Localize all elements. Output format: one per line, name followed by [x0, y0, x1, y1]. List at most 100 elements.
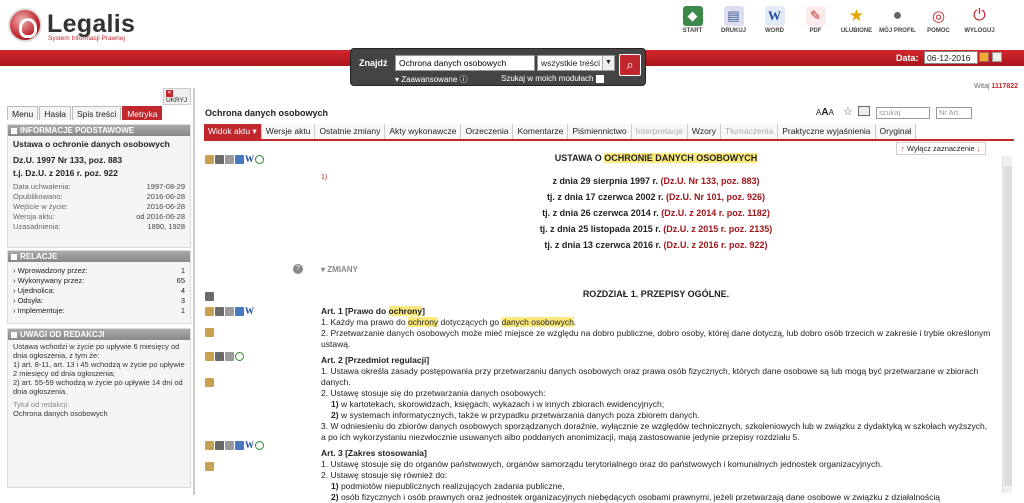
help-icon[interactable]: ?: [293, 264, 303, 274]
relations-header[interactable]: RELACJE: [8, 251, 190, 262]
document-icon[interactable]: [225, 352, 234, 361]
pdf-button[interactable]: ✎ PDF: [795, 4, 836, 34]
print-icon[interactable]: [858, 106, 870, 116]
list-item: 1) w kartotekach, skorowidzach, księgach…: [331, 399, 665, 409]
journal-ref-link[interactable]: (Dz.U. Nr 133, poz. 883): [661, 176, 760, 186]
main-pane: Ochrona danych osobowych AAA ☆ szukaj Nr…: [198, 102, 1020, 502]
calendar-icon[interactable]: [979, 52, 989, 62]
relation-row[interactable]: › Ujednolica: 4: [8, 286, 190, 296]
tab-menu[interactable]: Menu: [7, 106, 39, 120]
left-tabs: Menu Hasła Spis treści Metryka: [7, 106, 163, 120]
tree-icon[interactable]: [205, 462, 214, 471]
footnote-marker[interactable]: 1): [321, 172, 327, 183]
info-row: Data uchwalenia: 1997-08-29: [13, 182, 185, 191]
find-in-document-input[interactable]: szukaj: [876, 107, 930, 119]
search-input[interactable]: [395, 55, 535, 71]
tab-orzeczenia[interactable]: Orzeczenia: [461, 124, 514, 139]
tab-interpretacje[interactable]: Interpretacje: [631, 124, 688, 139]
help-button[interactable]: ◎ POMOC: [918, 4, 959, 34]
tab-ostatnie-zmiany[interactable]: Ostatnie zmiany: [315, 124, 386, 139]
profile-button[interactable]: ● MÓJ PROFIL: [877, 4, 918, 34]
start-button[interactable]: ◆ START: [672, 4, 713, 34]
search-scope-select[interactable]: wszystkie treści ▼: [537, 55, 615, 71]
edit-icon[interactable]: [235, 306, 244, 316]
book-icon[interactable]: [215, 306, 224, 316]
journal-ref-link[interactable]: (Dz.U. z 2016 r. poz. 922): [664, 240, 768, 250]
tree-icon[interactable]: [205, 378, 214, 387]
tab-hasla[interactable]: Hasła: [39, 106, 71, 120]
relation-row[interactable]: › Wprowadzony przez: 1: [8, 266, 190, 276]
tree-icon[interactable]: [205, 352, 214, 361]
welcome-text: Witaj 1117822: [974, 83, 1018, 90]
relation-row[interactable]: › Odsyła: 3: [8, 296, 190, 306]
scrollbar[interactable]: [1002, 156, 1012, 493]
act-tools: W: [205, 154, 264, 164]
favorite-star-icon[interactable]: ☆: [843, 105, 853, 118]
pane-divider[interactable]: [193, 88, 195, 495]
word-icon[interactable]: W: [245, 440, 254, 450]
book-icon[interactable]: [215, 154, 224, 164]
article-heading[interactable]: Art. 1 [Prawo do ochrony]: [321, 306, 991, 317]
tree-icon[interactable]: [205, 306, 214, 316]
hide-panel-button[interactable]: ✕UKRYJ: [163, 88, 191, 105]
legalis-logo-icon[interactable]: [8, 8, 42, 42]
word-icon[interactable]: W: [245, 154, 254, 164]
tab-wzory[interactable]: Wzory: [687, 124, 721, 139]
journal-ref-link[interactable]: (Dz.U. z 2015 r. poz. 2135): [663, 224, 772, 234]
word-icon[interactable]: W: [245, 306, 254, 316]
tree-icon[interactable]: [205, 328, 214, 337]
document-icon[interactable]: [225, 306, 234, 316]
word-button[interactable]: W WORD: [754, 4, 795, 34]
edit-icon[interactable]: [235, 154, 244, 164]
notes-header[interactable]: UWAGI OD REDAKCJI: [8, 329, 190, 340]
clock-icon[interactable]: [255, 154, 264, 164]
act-ref: Dz.U. 1997 Nr 133, poz. 883: [13, 155, 123, 165]
date-field[interactable]: 06-12-2016: [924, 51, 978, 64]
act-date: tj. z dnia 25 listopada 2015 r. (Dz.U. z…: [539, 224, 773, 234]
scrollbar-thumb[interactable]: [1004, 166, 1012, 486]
relation-row[interactable]: › Wykonywany przez: 65: [8, 276, 190, 286]
book-icon[interactable]: [215, 440, 224, 450]
tab-widok-aktu[interactable]: Widok aktu ▾: [204, 124, 262, 139]
article-number-input[interactable]: Nr Art.: [936, 107, 972, 119]
my-modules-checkbox[interactable]: [596, 74, 605, 83]
tab-oryginal[interactable]: Oryginał: [875, 124, 917, 139]
document-title: Ochrona danych osobowych: [205, 108, 329, 118]
tree-icon[interactable]: [205, 440, 214, 450]
my-modules-toggle[interactable]: Szukaj w moich modułach: [501, 74, 605, 83]
font-size-controls[interactable]: AAA: [816, 107, 834, 118]
edit-icon[interactable]: [235, 440, 244, 450]
tab-tlumaczenia[interactable]: Tłumaczenia: [721, 124, 779, 139]
date-options-icon[interactable]: [992, 52, 1002, 62]
book-icon[interactable]: [215, 352, 224, 361]
tab-praktyczne-wyjasnienia[interactable]: Praktyczne wyjaśnienia: [778, 124, 876, 139]
journal-ref-link[interactable]: (Dz.U. z 2014 r. poz. 1182): [661, 208, 770, 218]
tab-spis-tresci[interactable]: Spis treści: [72, 106, 122, 120]
clock-icon[interactable]: [255, 440, 264, 450]
favorites-button[interactable]: ★ ULUBIONE: [836, 4, 877, 34]
article-heading[interactable]: Art. 2 [Przedmiot regulacji]: [321, 355, 991, 366]
tab-metryka[interactable]: Metryka: [122, 106, 163, 120]
tab-wersje-aktu[interactable]: Wersje aktu: [261, 124, 316, 139]
document-icon[interactable]: [225, 440, 234, 450]
journal-ref-link[interactable]: (Dz.U. Nr 101, poz. 926): [666, 192, 765, 202]
notes-section: UWAGI OD REDAKCJI Ustawa wchodzi w życie…: [7, 328, 191, 488]
book-icon[interactable]: [205, 292, 214, 301]
word-icon: W: [764, 6, 785, 26]
print-button[interactable]: ▤ DRUKUJ: [713, 4, 754, 34]
basic-info-header[interactable]: INFORMACJE PODSTAWOWE: [8, 125, 190, 136]
tab-pismiennictwo[interactable]: Piśmiennictwo: [568, 124, 632, 139]
tab-komentarze[interactable]: Komentarze: [513, 124, 569, 139]
search-button[interactable]: ⌕: [619, 54, 641, 76]
document-icon[interactable]: [225, 154, 234, 164]
tree-icon[interactable]: [205, 154, 214, 164]
help-icon: ⓘ: [459, 75, 468, 84]
logout-button[interactable]: ⏻ WYLOGUJ: [959, 4, 1000, 34]
tab-akty-wykonawcze[interactable]: Akty wykonawcze: [385, 124, 462, 139]
relation-row[interactable]: › Implementuje: 1: [8, 306, 190, 316]
paragraph: 2. Ustawę stosuje się do przetwarzania d…: [321, 388, 546, 398]
clock-icon[interactable]: [235, 352, 244, 361]
header: Legalis System Informacji Prawnej ◆ START…: [0, 0, 1024, 50]
article-heading[interactable]: Art. 3 [Zakres stosowania]: [321, 448, 991, 459]
advanced-search-link[interactable]: ▾ Zaawansowane ⓘ: [395, 74, 468, 85]
